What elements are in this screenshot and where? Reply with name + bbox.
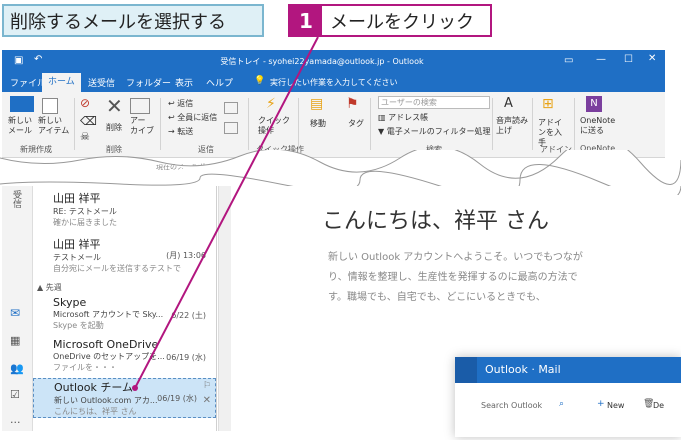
step-pointer xyxy=(132,36,319,391)
